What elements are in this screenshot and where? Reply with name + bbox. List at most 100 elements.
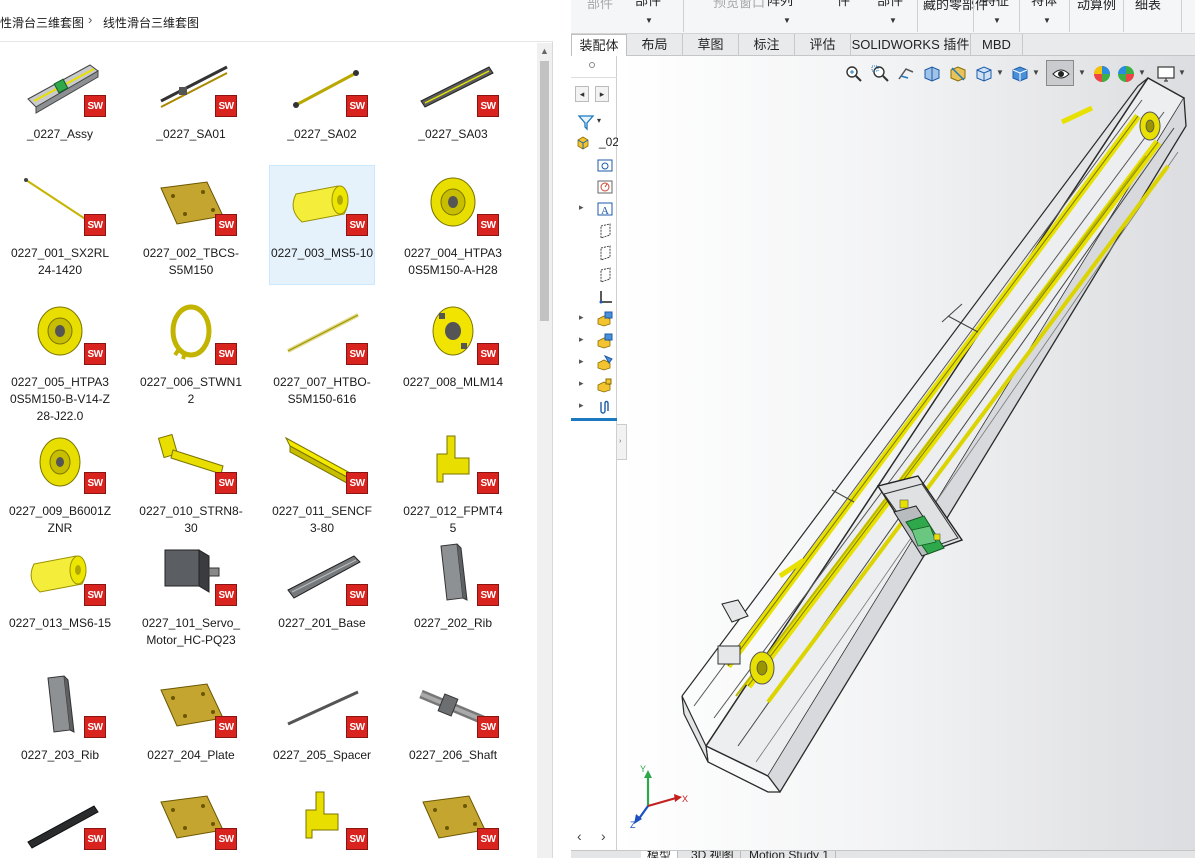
ribbon-button-part[interactable]: 部件	[587, 0, 613, 10]
ribbon-button-new-motion-study[interactable]: 动算例	[1077, 0, 1116, 11]
chevron-down-icon[interactable]: ▼	[993, 16, 1001, 25]
chevron-left-icon[interactable]: ‹	[577, 828, 582, 844]
file-item[interactable]: SW 0227_204_Plate	[139, 668, 243, 786]
file-item[interactable]: SW 0227_005_HTPA30S5M150-B-V14-Z28-J22.0	[8, 295, 112, 423]
file-item[interactable]: SW 0227_002_TBCS-S5M150	[139, 166, 243, 284]
tree-item-annotations[interactable]: ▸ A	[571, 198, 617, 220]
chevron-down-icon[interactable]: ▾	[597, 116, 601, 125]
tab-5[interactable]: SOLIDWORKS 插件	[851, 34, 971, 56]
file-item[interactable]: SW0227_208_Plat	[139, 780, 243, 858]
breadcrumb-parent-folder[interactable]: 性滑台三维套图	[0, 14, 84, 31]
chevron-right-icon[interactable]: ▸	[595, 86, 609, 102]
file-item[interactable]: SW 0227_007_HTBO-S5M150-616	[270, 295, 374, 413]
chevron-down-icon[interactable]: ▼	[645, 16, 653, 25]
tab-1[interactable]: 布局	[627, 34, 683, 56]
file-item[interactable]: SW 0227_203_Rib	[8, 668, 112, 786]
tree-item-subassembly[interactable]: ▸	[571, 352, 617, 374]
bottom-tab-2[interactable]: Motion Study 1	[743, 851, 837, 858]
file-item[interactable]: SW 0227_201_Base	[270, 536, 374, 654]
expand-arrow-icon[interactable]: ▸	[579, 356, 584, 367]
solidworks-badge-icon: SW	[477, 343, 499, 365]
tab-6[interactable]: MBD	[971, 34, 1023, 56]
tree-item-subassembly[interactable]: ▸	[571, 330, 617, 352]
file-item[interactable]: SW 0227_003_MS5-10	[269, 165, 375, 285]
file-item[interactable]: SW 0227_206_Shaft	[401, 668, 505, 786]
tree-item-origin[interactable]	[571, 286, 617, 308]
file-item[interactable]: SW _0227_SA03	[401, 47, 505, 165]
tree-root-assembly[interactable]: _02	[571, 132, 620, 154]
file-item[interactable]: SW0227_210_Plat	[401, 780, 505, 858]
panel-resize-handle[interactable]: ›	[617, 424, 627, 460]
file-item[interactable]: SW0227_207_C	[8, 780, 112, 858]
file-item[interactable]: SW 0227_202_Rib	[401, 536, 505, 654]
solidworks-badge-icon: SW	[346, 343, 368, 365]
ribbon-button-preview-window[interactable]: 预览窗口	[713, 0, 765, 10]
graphics-viewport[interactable]: ▼ ▼ ▼ ▼ ▼ Y X Z	[618, 56, 1195, 850]
breadcrumb-current-folder[interactable]: 线性滑台三维套图	[103, 14, 199, 31]
file-item[interactable]: SW 0227_011_SENCF3-80	[270, 424, 374, 542]
file-item[interactable]: SW0227_209_Brack	[270, 780, 374, 858]
tree-item-history[interactable]	[571, 154, 617, 176]
file-item[interactable]: SW 0227_009_B6001ZZNR	[8, 424, 112, 542]
file-item[interactable]: SW 0227_004_HTPA30S5M150-A-H28	[401, 166, 505, 284]
file-item[interactable]: SW _0227_SA01	[139, 47, 243, 165]
scroll-up-arrow-icon[interactable]: ▲	[540, 46, 549, 56]
svg-text:A: A	[601, 205, 609, 217]
tab-0[interactable]: 装配体	[571, 34, 627, 56]
tree-item-subassembly[interactable]: ▸	[571, 308, 617, 330]
chevron-right-icon[interactable]: ›	[601, 828, 606, 844]
ribbon-button-assembly-features[interactable]: 特征	[983, 0, 1009, 7]
ribbon-button-smart-component[interactable]: 件	[837, 0, 850, 7]
solidworks-badge-icon: SW	[346, 95, 368, 117]
filter-icon[interactable]	[577, 113, 595, 131]
ribbon-button-move-component[interactable]: 部件	[877, 0, 903, 7]
ribbon-button-show-hidden-components[interactable]: 藏的零部件	[923, 0, 988, 12]
chevron-down-icon[interactable]: ▼	[783, 16, 791, 25]
tree-item-mates[interactable]: ▸	[571, 396, 617, 418]
tree-item-right-plane[interactable]	[571, 264, 617, 286]
file-item[interactable]: SW 0227_013_MS6-15	[8, 536, 112, 654]
file-item[interactable]: SW 0227_205_Spacer	[270, 668, 374, 786]
ribbon-button-pattern[interactable]: 阵列	[767, 0, 793, 7]
file-item[interactable]: SW 0227_012_FPMT45	[401, 424, 505, 542]
explorer-scrollbar[interactable]: ▲	[537, 43, 552, 858]
expand-arrow-icon[interactable]: ▸	[579, 202, 584, 213]
file-item[interactable]: SW 0227_008_MLM14	[401, 295, 505, 413]
file-item[interactable]: SW 0227_101_Servo_Motor_HC-PQ23	[139, 536, 243, 654]
solidworks-badge-icon: SW	[84, 95, 106, 117]
file-item[interactable]: SW 0227_010_STRN8-30	[139, 424, 243, 542]
file-name: 0227_005_HTPA30S5M150-B-V14-Z28-J22.0	[9, 375, 111, 423]
file-item[interactable]: SW 0227_006_STWN12	[139, 295, 243, 413]
file-explorer-window: 性滑台三维套图 › 线性滑台三维套图 SW _0227_Assy SW _0227_S…	[0, 0, 553, 858]
tree-item-sensors[interactable]	[571, 176, 617, 198]
expand-arrow-icon[interactable]: ▸	[579, 334, 584, 345]
bottom-tab-0[interactable]: 模型	[641, 851, 679, 858]
chevron-down-icon[interactable]: ▼	[1043, 16, 1051, 25]
linear-slide-3d-model[interactable]	[618, 56, 1195, 850]
tab-4[interactable]: 评估	[795, 34, 851, 56]
filter-row[interactable]: ▾	[571, 110, 617, 132]
tree-item-subassembly[interactable]: ▸	[571, 374, 617, 396]
tab-3[interactable]: 标注	[739, 34, 795, 56]
file-item[interactable]: SW 0227_001_SX2RL24-1420	[8, 166, 112, 284]
ribbon-button-bill-of-materials[interactable]: 细表	[1135, 0, 1161, 11]
solidworks-badge-icon: SW	[346, 472, 368, 494]
scrollbar-thumb[interactable]	[540, 61, 549, 321]
ribbon-button-reference-geometry[interactable]: 特体	[1031, 0, 1057, 7]
expand-arrow-icon[interactable]: ▸	[579, 378, 584, 389]
tree-item-front-plane[interactable]	[571, 220, 617, 242]
bottom-tab-1[interactable]: 3D 视图	[685, 851, 741, 858]
panel-dot-icon[interactable]	[589, 62, 595, 68]
ribbon-button-insert-part[interactable]: 部件	[635, 0, 661, 7]
file-item[interactable]: SW _0227_Assy	[8, 47, 112, 165]
tree-item-top-plane[interactable]	[571, 242, 617, 264]
chevron-left-icon[interactable]: ◂	[575, 86, 589, 102]
tab-2[interactable]: 草图	[683, 34, 739, 56]
subassembly-icon	[597, 378, 612, 393]
expand-arrow-icon[interactable]: ▸	[579, 400, 584, 411]
expand-arrow-icon[interactable]: ▸	[579, 312, 584, 323]
file-item[interactable]: SW _0227_SA02	[270, 47, 374, 165]
file-name: 0227_004_HTPA30S5M150-A-H28	[404, 246, 502, 277]
chevron-down-icon[interactable]: ▼	[889, 16, 897, 25]
tree-root-label: _02	[599, 135, 620, 149]
